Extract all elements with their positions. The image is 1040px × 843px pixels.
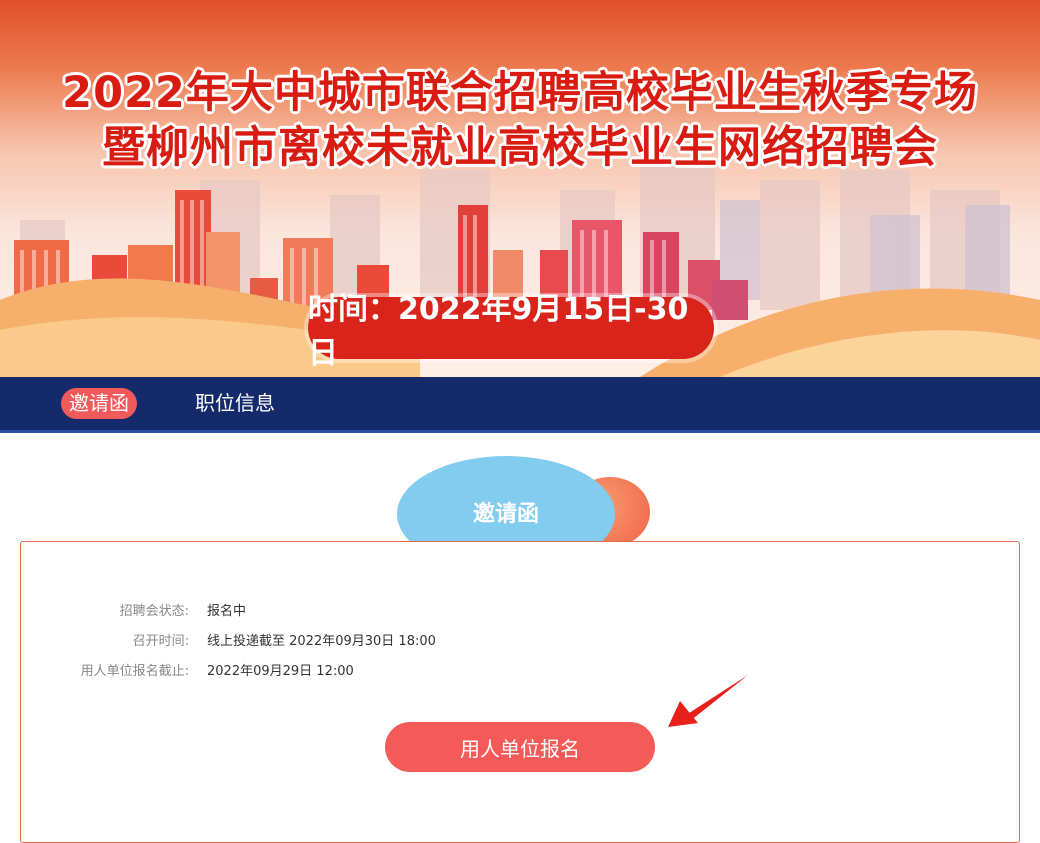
event-date-badge: 时间：2022年9月15日-30日 [308,292,714,371]
time-label: 召开时间: [132,634,189,649]
deadline-value: 2022年09月29日 12:00 [207,664,354,679]
status-value: 报名中 [207,604,247,619]
status-label: 招聘会状态: [119,604,189,619]
banner-title-line2: 暨柳州市离校未就业高校毕业生网络招聘会 [102,123,938,173]
section-heading: 邀请函 [472,502,539,527]
invitation-card: 招聘会状态: 报名中 召开时间: 线上投递截至 2022年09月30日 18:0… [20,541,1020,843]
banner-title-line1: 2022年大中城市联合招聘高校毕业生秋季专场 [62,68,978,118]
tab-job-info[interactable]: 职位信息 [187,388,283,419]
info-row-time: 召开时间: 线上投递截至 2022年09月30日 18:00 [21,630,1019,650]
time-value: 线上投递截至 2022年09月30日 18:00 [207,634,436,649]
pointer-arrow-icon [668,675,748,727]
info-row-status: 招聘会状态: 报名中 [21,600,1019,620]
info-row-deadline: 用人单位报名截止: 2022年09月29日 12:00 [21,660,1019,680]
employer-signup-button[interactable]: 用人单位报名 [385,722,655,772]
tab-invitation[interactable]: 邀请函 [61,388,137,419]
hero-banner: 2022年大中城市联合招聘高校毕业生秋季专场 暨柳州市离校未就业高校毕业生网络招… [0,0,1040,377]
main-nav: 邀请函 职位信息 [0,377,1040,433]
deadline-label: 用人单位报名截止: [80,664,189,679]
